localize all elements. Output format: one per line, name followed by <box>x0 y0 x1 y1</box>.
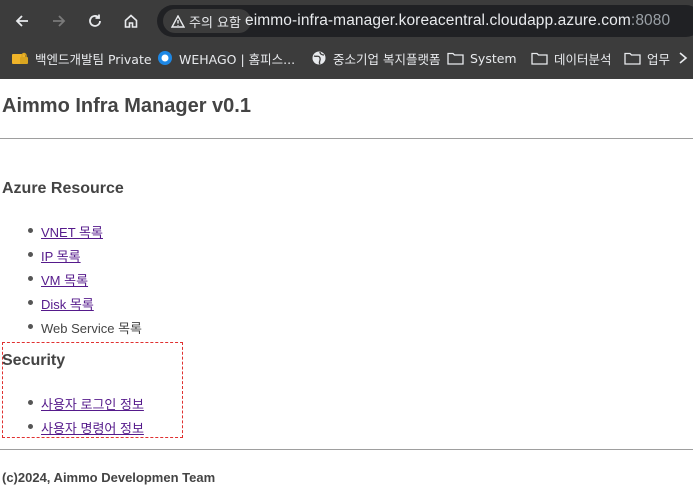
lock-folder-icon <box>12 52 28 64</box>
folder-icon <box>624 52 641 65</box>
url-port: :8080 <box>630 12 671 29</box>
bookmark-label: WEHAGO | 홈피스... <box>179 51 296 67</box>
forward-button[interactable] <box>46 8 72 34</box>
ip-list-link[interactable]: IP 목록 <box>41 249 81 264</box>
list-bullet <box>28 252 33 257</box>
security-warning-chip[interactable]: 주의 요함 <box>163 9 251 33</box>
wehago-logo-icon <box>158 51 172 65</box>
list-bullet <box>28 228 33 233</box>
bookmark-3[interactable]: System <box>447 47 517 69</box>
list-bullet <box>28 300 33 305</box>
azure-resource-heading: Azure Resource <box>2 180 124 197</box>
user-command-info-link[interactable]: 사용자 명령어 정보 <box>41 421 144 436</box>
list-item: 사용자 명령어 정보 <box>41 418 144 437</box>
list-item: IP 목록 <box>41 246 81 265</box>
home-button[interactable] <box>118 8 144 34</box>
back-arrow-icon <box>15 15 28 27</box>
reload-button[interactable] <box>82 8 108 34</box>
bookmark-label: System <box>470 50 517 66</box>
warning-icon <box>171 14 185 28</box>
bookmark-0[interactable]: 백엔드개발팀 Private <box>11 47 152 69</box>
disk-list-link[interactable]: Disk 목록 <box>41 297 94 312</box>
back-button[interactable] <box>9 8 35 34</box>
bookmark-label: 중소기업 복지플랫폼 <box>333 51 441 67</box>
home-icon <box>124 14 138 28</box>
more-bookmarks-button[interactable] <box>673 45 693 71</box>
security-warning-text: 주의 요함 <box>189 15 241 31</box>
web-service-list-text: Web Service 목록 <box>41 321 142 336</box>
bookmark-1[interactable]: WEHAGO | 홈피스... <box>157 47 295 69</box>
bookmark-2[interactable]: 중소기업 복지플랫폼 <box>311 47 440 69</box>
browser-chrome: 주의 요함 eimmo-infra-manager.koreacentral.c… <box>0 0 693 79</box>
list-bullet <box>28 400 33 405</box>
security-heading: Security <box>2 352 66 369</box>
list-item: Web Service 목록 <box>41 318 142 337</box>
bookmark-4[interactable]: 데이터분석 <box>531 47 612 69</box>
list-bullet <box>28 424 33 429</box>
vnet-list-link[interactable]: VNET 목록 <box>41 225 103 240</box>
list-item: VNET 목록 <box>41 222 103 241</box>
list-item: 사용자 로그인 정보 <box>41 394 144 413</box>
list-bullet <box>28 324 33 329</box>
url-host: eimmo-infra-manager.koreacentral.cloudap… <box>245 12 631 29</box>
user-login-info-link[interactable]: 사용자 로그인 정보 <box>41 397 144 412</box>
folder-icon <box>447 52 464 65</box>
globe-icon <box>312 51 326 65</box>
header-divider <box>0 138 693 139</box>
list-bullet <box>28 276 33 281</box>
url-text: eimmo-infra-manager.koreacentral.cloudap… <box>245 12 670 30</box>
footer-text: (c)2024, Aimmo Developmen Team <box>2 470 216 485</box>
folder-icon <box>531 52 548 65</box>
bookmark-label: 데이터분석 <box>554 51 612 67</box>
list-item: VM 목록 <box>41 270 88 289</box>
bookmark-label: 백엔드개발팀 Private <box>35 51 152 67</box>
list-item: Disk 목록 <box>41 294 94 313</box>
bookmark-label: 업무 <box>647 51 671 67</box>
footer-divider <box>0 449 693 450</box>
vm-list-link[interactable]: VM 목록 <box>41 273 88 288</box>
forward-arrow-icon <box>53 15 66 27</box>
address-bar[interactable]: 주의 요함 eimmo-infra-manager.koreacentral.c… <box>157 5 693 37</box>
chevron-right-icon <box>679 52 688 64</box>
reload-icon <box>89 14 101 27</box>
page-title: Aimmo Infra Manager v0.1 <box>2 95 251 117</box>
bookmark-5[interactable]: 업무 <box>624 47 670 69</box>
